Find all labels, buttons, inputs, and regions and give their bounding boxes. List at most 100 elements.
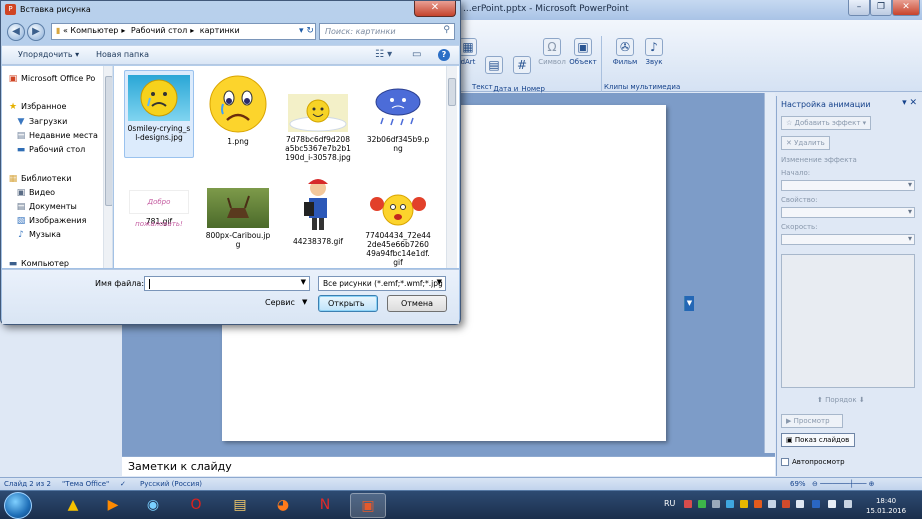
add-effect-button[interactable]: ☆ Добавить эффект ▾: [781, 116, 872, 130]
new-folder-button[interactable]: Новая папка: [96, 50, 149, 59]
tray-display-icon[interactable]: [828, 500, 836, 508]
app-shield-icon[interactable]: ◉: [135, 493, 171, 518]
start-button[interactable]: [4, 492, 32, 519]
file-list-scrollbar-thumb[interactable]: [448, 78, 456, 106]
nav-video[interactable]: ▣ Видео: [16, 188, 55, 198]
nav-scrollbar-thumb[interactable]: [105, 76, 112, 206]
powerpoint-taskbar-icon[interactable]: ▣: [350, 493, 386, 518]
file-item[interactable]: 44238378.gif: [283, 172, 353, 246]
property-select[interactable]: [781, 207, 915, 218]
slideshow-button[interactable]: ▣ Показ слайдов: [781, 433, 855, 447]
smartart-button[interactable]: ▦ dArt: [458, 38, 478, 67]
breadcrumb-computer[interactable]: Компьютер: [70, 26, 118, 35]
address-overflow[interactable]: «: [63, 26, 68, 35]
animation-list[interactable]: [781, 254, 915, 388]
close-icon[interactable]: ▾ ✕: [902, 98, 917, 108]
explorer-icon[interactable]: ▤: [222, 493, 258, 518]
open-button[interactable]: Открыть ▼: [318, 295, 694, 312]
spellcheck-icon[interactable]: ✓: [120, 480, 126, 488]
opera-icon[interactable]: O: [178, 493, 214, 518]
symbol-button[interactable]: Ω Символ: [537, 38, 567, 67]
nav-office[interactable]: ▣ Microsoft Office Po: [8, 74, 96, 84]
file-item[interactable]: 7d78bc6df9d208a5bc5367e7b2b1190d_i-30578…: [283, 70, 353, 170]
recent-places-icon: ▤: [16, 131, 26, 141]
object-button[interactable]: ▣ Объект: [568, 38, 598, 67]
movie-button[interactable]: ✇ Фильм: [610, 38, 640, 67]
file-type-select[interactable]: Все рисунки (*.emf;*.wmf;*.jpg ▼: [318, 276, 446, 291]
chevron-down-icon[interactable]: ▼: [301, 278, 306, 286]
tray-app-icon[interactable]: [684, 500, 692, 508]
nav-favorites[interactable]: ★ Избранное: [8, 102, 66, 112]
workspace-scrollbar[interactable]: [764, 93, 775, 453]
tray-folder-icon[interactable]: [740, 500, 748, 508]
app-avast-icon[interactable]: ▲: [55, 493, 91, 518]
media-player-icon[interactable]: ▶: [95, 493, 131, 518]
nav-music[interactable]: ♪ Музыка: [16, 230, 61, 240]
search-input[interactable]: Поиск: картинки ⚲: [319, 23, 455, 40]
start-select[interactable]: [781, 180, 915, 191]
tray-language[interactable]: RU: [664, 499, 675, 508]
file-list-scrollbar[interactable]: [446, 66, 457, 268]
volume-icon[interactable]: [796, 500, 804, 508]
nav-scrollbar[interactable]: [103, 66, 112, 268]
preview-pane-icon[interactable]: ▭: [412, 49, 421, 60]
order-control[interactable]: ⬆ Порядок ⬇: [817, 396, 865, 404]
tray-update-icon[interactable]: [726, 500, 734, 508]
bluetooth-icon[interactable]: [812, 500, 820, 508]
file-item[interactable]: 0smiley-crying_sl-designs.jpg: [124, 70, 194, 158]
zoom-level[interactable]: 69%: [790, 480, 806, 488]
tray-alert-icon[interactable]: [782, 500, 790, 508]
open-options-chevron-icon[interactable]: ▼: [684, 296, 694, 311]
speed-select[interactable]: [781, 234, 915, 245]
nav-desktop[interactable]: ▬ Рабочий стол: [16, 145, 86, 155]
file-name: 1.png: [227, 137, 249, 146]
tray-office-icon[interactable]: [754, 500, 762, 508]
cancel-button[interactable]: Отмена: [387, 295, 447, 312]
clock[interactable]: 18:40 15.01.2016: [866, 496, 906, 516]
breadcrumb-pictures[interactable]: картинки: [200, 26, 240, 35]
chevron-down-icon[interactable]: ▼: [302, 298, 307, 306]
chevron-right-icon[interactable]: ▸: [121, 26, 125, 35]
chevron-right-icon[interactable]: ▸: [190, 26, 194, 35]
nav-downloads[interactable]: ▼ Загрузки: [16, 117, 68, 127]
refresh-icon[interactable]: ▾ ↻: [299, 24, 314, 39]
minimize-button[interactable]: –: [848, 0, 870, 16]
maximize-button[interactable]: ❐: [870, 0, 892, 16]
tray-power-icon[interactable]: [844, 500, 852, 508]
view-options-icon[interactable]: ☷ ▾: [375, 49, 392, 60]
zoom-slider[interactable]: ⊖ ───────┼─── ⊕: [812, 480, 875, 488]
nav-documents[interactable]: ▤ Документы: [16, 202, 77, 212]
dialog-close-button[interactable]: ✕: [414, 1, 456, 17]
tray-network-icon[interactable]: [712, 500, 720, 508]
forward-button[interactable]: ▶: [27, 23, 45, 41]
organize-button[interactable]: Упорядочить ▾: [18, 50, 79, 59]
nav-libraries[interactable]: ▦ Библиотеки: [8, 174, 72, 184]
file-item[interactable]: Добро пожаловать! 781.gif: [124, 178, 194, 238]
remove-effect-button[interactable]: ✕ Удалить: [781, 136, 830, 150]
close-button[interactable]: ✕: [892, 0, 920, 16]
tray-download-icon[interactable]: [698, 500, 706, 508]
tray-keyboard-icon[interactable]: [768, 500, 776, 508]
nav-recent[interactable]: ▤ Недавние места: [16, 131, 98, 141]
file-item[interactable]: 77404434_72e442de45e66b726049a94fbc14e1d…: [363, 178, 433, 268]
file-item[interactable]: 1.png: [203, 70, 273, 158]
address-bar[interactable]: ▮ « Компьютер ▸ Рабочий стол ▸ картинки: [51, 23, 316, 40]
firefox-icon[interactable]: ◕: [265, 493, 301, 518]
preview-button[interactable]: ▶ Просмотр: [781, 414, 843, 428]
sound-button[interactable]: ♪ Звук: [642, 38, 666, 67]
help-icon[interactable]: ?: [438, 49, 450, 61]
nav-computer[interactable]: ▬ Компьютер: [8, 259, 69, 268]
filename-input[interactable]: ▼: [144, 276, 310, 291]
file-item[interactable]: 32b06df345b9.png: [363, 70, 433, 158]
nav-images[interactable]: ▧ Изображения: [16, 216, 87, 226]
search-icon[interactable]: ⚲: [443, 25, 450, 35]
language-status[interactable]: Русский (Россия): [140, 480, 202, 488]
back-button[interactable]: ◀: [7, 23, 25, 41]
tools-menu[interactable]: Сервис: [265, 298, 295, 307]
file-item[interactable]: 800px-Caribou.jpg: [203, 178, 273, 249]
autopreview-checkbox[interactable]: Автопросмотр: [781, 458, 845, 466]
breadcrumb-desktop[interactable]: Рабочий стол: [131, 26, 187, 35]
notes-pane[interactable]: Заметки к слайду: [122, 456, 775, 476]
chevron-down-icon[interactable]: ▼: [437, 278, 442, 286]
app-n-icon[interactable]: N: [307, 493, 343, 518]
